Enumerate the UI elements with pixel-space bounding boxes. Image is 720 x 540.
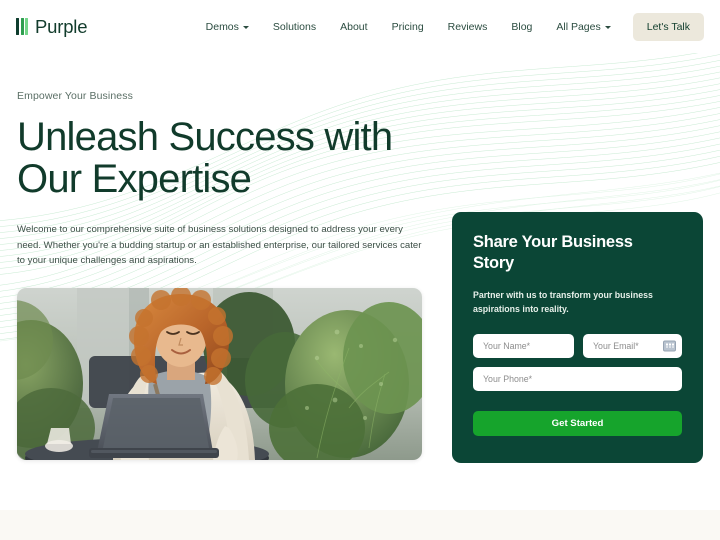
brand-logo[interactable]: Purple (16, 16, 87, 38)
hero-image (17, 288, 422, 460)
nav-item-pricing[interactable]: Pricing (380, 15, 436, 39)
autofill-keyboard-icon[interactable] (663, 340, 676, 352)
main-navigation: Demos Solutions About Pricing Reviews Bl… (194, 12, 704, 41)
hero-eyebrow: Empower Your Business (17, 90, 133, 102)
page-title: Unleash Success with Our Expertise (17, 115, 393, 201)
logo-bars-icon (16, 18, 28, 35)
nav-item-demos[interactable]: Demos (194, 15, 261, 39)
chevron-down-icon (604, 25, 611, 29)
nav-label: All Pages (556, 20, 601, 33)
nav-label: Pricing (391, 20, 424, 33)
nav-item-solutions[interactable]: Solutions (261, 15, 328, 39)
nav-item-all-pages[interactable]: All Pages (544, 15, 622, 39)
nav-label: Demos (205, 20, 239, 33)
nav-item-reviews[interactable]: Reviews (436, 15, 500, 39)
form-card-title: Share Your Business Story (473, 233, 633, 273)
nav-label: Blog (511, 20, 533, 33)
nav-label: About (340, 20, 368, 33)
lets-talk-button[interactable]: Let's Talk (632, 12, 704, 41)
chevron-down-icon (242, 25, 249, 29)
nav-label: Reviews (447, 20, 488, 33)
contact-form-card: Share Your Business Story Partner with u… (452, 212, 703, 463)
hero-paragraph: Welcome to our comprehensive suite of bu… (17, 224, 422, 267)
form-row-name-email (473, 333, 682, 358)
hero-photo-illustration (17, 288, 422, 460)
name-input[interactable] (473, 333, 574, 358)
email-field-wrapper (583, 333, 682, 358)
site-header: Purple Demos Solutions About Pricing Rev… (0, 0, 720, 53)
nav-label: Solutions (272, 20, 317, 33)
phone-input[interactable] (473, 366, 682, 391)
form-row-phone (473, 366, 682, 391)
next-section-band (0, 510, 720, 540)
brand-name: Purple (35, 15, 88, 37)
form-card-subtitle: Partner with us to transform your busine… (473, 290, 653, 315)
nav-item-blog[interactable]: Blog (499, 15, 544, 39)
get-started-button[interactable]: Get Started (473, 410, 682, 436)
nav-item-about[interactable]: About (328, 15, 379, 39)
